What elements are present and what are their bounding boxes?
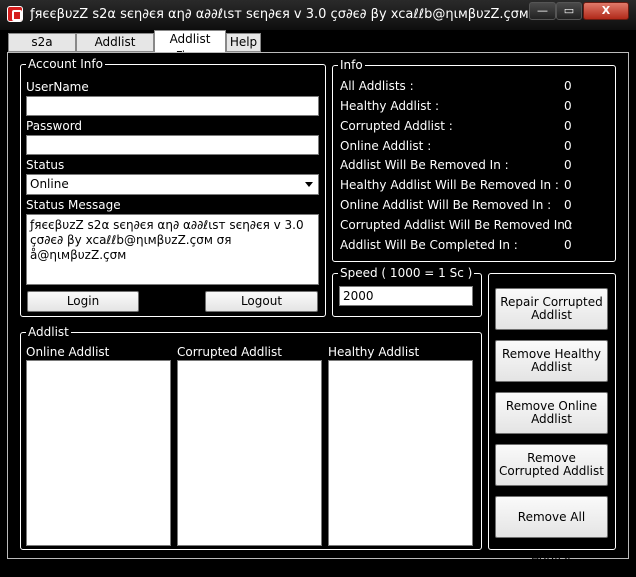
info-value-corrupted-addlist: 0 <box>564 119 572 133</box>
info-value-completed-in: 0 <box>564 238 572 252</box>
info-label-corrupted-addlist: Corrupted Addlist : <box>340 119 453 133</box>
tab-addlist-sender[interactable]: Addlist Sender <box>76 33 154 66</box>
tab-addlist-fixer[interactable]: Addlist Fixer <box>154 30 226 63</box>
password-input[interactable] <box>26 135 319 155</box>
status-label: Status <box>26 158 65 172</box>
remove-corrupted-button[interactable]: Remove Corrupted Addlist <box>495 444 608 486</box>
online-addlist-listbox[interactable] <box>26 360 171 546</box>
username-label: UserName <box>26 80 89 94</box>
info-label-online-addlist: Online Addlist : <box>340 139 432 153</box>
info-legend: Info <box>338 58 365 72</box>
logout-button[interactable]: Logout <box>205 291 318 312</box>
info-label-healthy-addlist: Healthy Addlist : <box>340 99 440 113</box>
healthy-addlist-listbox[interactable] <box>328 360 473 546</box>
account-info-legend: Account Info <box>26 57 105 71</box>
corrupted-addlist-listbox[interactable] <box>177 360 322 546</box>
info-label-healthy-removed-in: Healthy Addlist Will Be Removed In : <box>340 178 559 192</box>
status-selected-value: Online <box>30 177 69 191</box>
remove-all-button[interactable]: Remove All Addlist <box>495 496 608 564</box>
info-value-all-addlists: 0 <box>564 79 572 93</box>
online-addlist-label: Online Addlist <box>26 345 110 359</box>
tab-help[interactable]: Help <box>226 33 261 52</box>
status-message-textarea[interactable]: ƒяєєβυzZ s2α sєη∂єя αη∂ α∂∂ℓιsт sєη∂єя v… <box>26 214 319 285</box>
info-label-all-addlists: All Addlists : <box>340 79 414 93</box>
remove-online-button[interactable]: Remove Online Addlist <box>495 392 608 434</box>
info-label-online-removed-in: Online Addlist Will Be Removed In : <box>340 198 552 212</box>
speed-legend: Speed ( 1000 = 1 Sc ) <box>338 266 475 280</box>
window-title: ƒяєєβυzZ s2α sєη∂єя αη∂ α∂∂ℓιsт sєη∂єя v… <box>30 7 530 22</box>
username-input[interactable] <box>26 96 319 116</box>
info-value-corrupted-removed-in: 0 <box>564 218 572 232</box>
speed-input[interactable]: 2000 <box>339 286 473 306</box>
info-label-removed-in: Addlist Will Be Removed In : <box>340 158 509 172</box>
addlist-legend: Addlist <box>26 325 71 339</box>
info-value-healthy-removed-in: 0 <box>564 178 572 192</box>
close-icon[interactable]: X <box>583 2 629 20</box>
corrupted-addlist-label: Corrupted Addlist <box>177 345 282 359</box>
app-icon <box>7 6 23 22</box>
chevron-down-icon[interactable] <box>305 182 313 187</box>
remove-healthy-button[interactable]: Remove Healthy Addlist <box>495 340 608 382</box>
maximize-icon[interactable]: ▭ <box>556 2 582 20</box>
minimize-icon[interactable]: — <box>529 2 556 20</box>
info-value-healthy-addlist: 0 <box>564 99 572 113</box>
login-button[interactable]: Login <box>27 291 139 312</box>
status-message-label: Status Message <box>26 198 121 212</box>
repair-corrupted-button[interactable]: Repair Corrupted Addlist <box>495 288 608 330</box>
status-dropdown[interactable]: Online <box>26 174 319 195</box>
healthy-addlist-label: Healthy Addlist <box>328 345 420 359</box>
info-label-completed-in: Addlist Will Be Completed In : <box>340 238 518 252</box>
password-label: Password <box>26 119 83 133</box>
info-value-online-addlist: 0 <box>564 139 572 153</box>
info-value-removed-in: 0 <box>564 158 572 172</box>
info-value-online-removed-in: 0 <box>564 198 572 212</box>
tab-s2a-sender[interactable]: s2a Sender <box>8 33 76 66</box>
info-label-corrupted-removed-in: Corrupted Addlist Will Be Removed In : <box>340 218 573 232</box>
